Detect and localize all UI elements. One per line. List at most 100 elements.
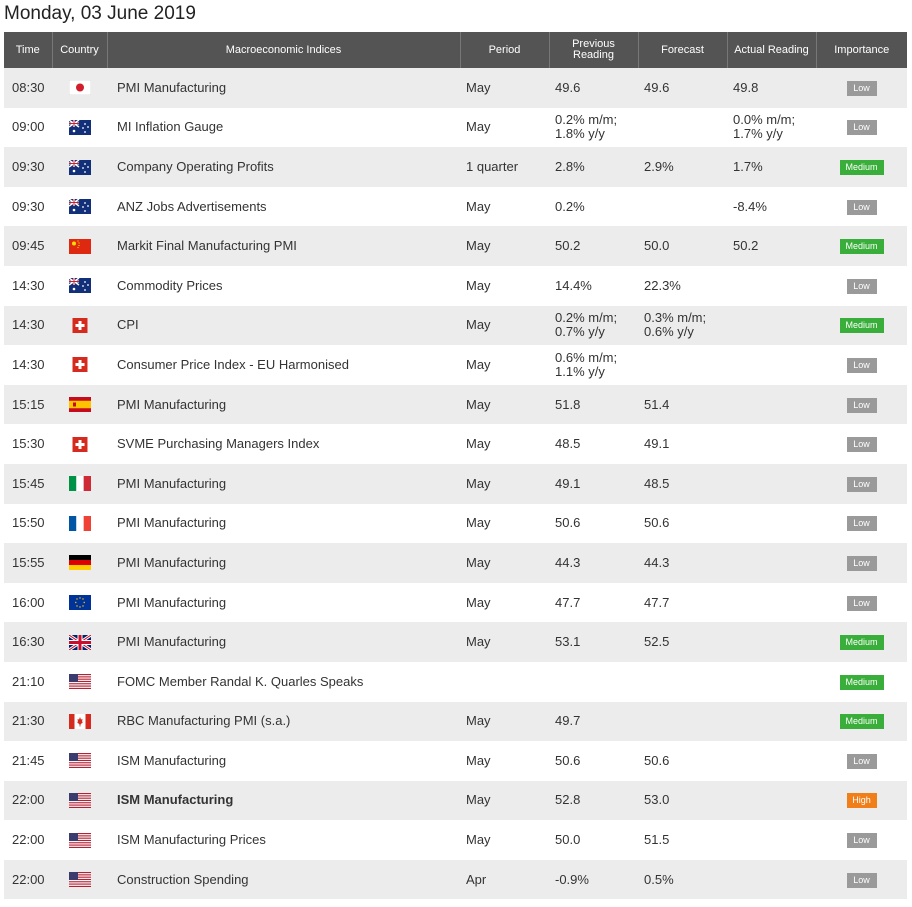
australia-flag-icon [68, 278, 91, 294]
country-cell [52, 820, 107, 860]
period-cell: May [460, 265, 549, 306]
germany-flag-icon [68, 555, 91, 571]
table-row[interactable]: 15:30 SVME Purchasing Managers Index May 48… [4, 424, 907, 464]
table-row[interactable]: 22:00 ISM Manufacturing May 52.8 53.0 High [4, 780, 907, 821]
importance-badge: Low [846, 595, 877, 611]
index-name-cell[interactable]: PMI Manufacturing [107, 384, 460, 425]
actual-cell [727, 345, 816, 385]
importance-cell: Low [816, 384, 907, 425]
table-row[interactable]: 09:00 MI Inflation Gauge May 0.2% m/m; 1.8%… [4, 107, 907, 148]
time-cell: 08:30 [4, 68, 52, 108]
index-name-cell[interactable]: SVME Purchasing Managers Index [107, 424, 460, 464]
switzerland-flag-icon [69, 317, 91, 333]
col-header-time[interactable]: Time [4, 32, 53, 68]
period-cell: May [460, 582, 549, 623]
index-name-cell[interactable]: ISM Manufacturing [107, 780, 460, 821]
index-name-cell[interactable]: FOMC Member Randal K. Quarles Speaks [107, 661, 460, 702]
forecast-cell: 48.5 [638, 463, 727, 504]
table-row[interactable]: 08:30 PMI Manufacturing May 49.6 49.6 49.8 Low [4, 68, 907, 108]
col-header-previous[interactable]: Previous Reading [549, 32, 639, 68]
period-cell: May [460, 305, 549, 346]
time-cell: 21:45 [4, 741, 52, 781]
index-name-cell[interactable]: PMI Manufacturing [107, 68, 460, 108]
col-header-country[interactable]: Country [52, 32, 108, 68]
previous-cell: 0.6% m/m; 1.1% y/y [549, 345, 638, 385]
importance-badge: Medium [839, 635, 884, 651]
table-row[interactable]: 14:30 CPI May 0.2% m/m; 0.7% y/y 0.3% m/m; 0… [4, 305, 907, 346]
col-header-actual[interactable]: Actual Reading [727, 32, 817, 68]
table-row[interactable]: 15:45 PMI Manufacturing May 49.1 48.5 Low [4, 463, 907, 504]
actual-cell [727, 384, 816, 425]
importance-cell: Medium [816, 661, 907, 702]
index-name-cell[interactable]: PMI Manufacturing [107, 503, 460, 544]
index-name-cell[interactable]: Commodity Prices [107, 265, 460, 306]
table-row[interactable]: 22:00 ISM Manufacturing Prices May 50.0 51.5… [4, 820, 907, 860]
country-cell [52, 265, 107, 306]
importance-cell: Low [816, 345, 907, 385]
time-cell: 09:30 [4, 186, 52, 227]
index-name-cell[interactable]: CPI [107, 305, 460, 346]
period-cell: May [460, 345, 549, 385]
country-cell [52, 503, 107, 544]
index-name-cell[interactable]: Company Operating Profits [107, 147, 460, 187]
index-name-cell[interactable]: PMI Manufacturing [107, 582, 460, 623]
index-name-cell[interactable]: PMI Manufacturing [107, 543, 460, 583]
index-name-cell[interactable]: RBC Manufacturing PMI (s.a.) [107, 701, 460, 742]
switzerland-flag-icon [69, 357, 91, 373]
period-cell: May [460, 107, 549, 148]
index-name-cell[interactable]: ISM Manufacturing Prices [107, 820, 460, 860]
table-row[interactable]: 16:00 PMI Manufacturing May 47.7 47.7 Low [4, 582, 907, 623]
country-cell [52, 186, 107, 227]
forecast-cell: 53.0 [638, 780, 727, 821]
period-cell: May [460, 186, 549, 227]
page-title: Monday, 03 June 2019 [4, 3, 196, 24]
actual-cell: 49.8 [727, 68, 816, 108]
importance-badge: Low [846, 833, 877, 849]
importance-badge: Low [846, 437, 877, 453]
col-header-index[interactable]: Macroeconomic Indices [107, 32, 461, 68]
table-row[interactable]: 22:00 Construction Spending Apr -0.9% 0.5% Lo… [4, 859, 907, 900]
actual-cell [727, 582, 816, 623]
forecast-cell: 2.9% [638, 147, 727, 187]
period-cell: May [460, 622, 549, 662]
index-name-cell[interactable]: Consumer Price Index - EU Harmonised [107, 345, 460, 385]
table-row[interactable]: 14:30 Consumer Price Index - EU Harmonise… [4, 345, 907, 385]
table-row[interactable]: 16:30 PMI Manufacturing May 53.1 52.5 Medium [4, 622, 907, 662]
index-name-cell[interactable]: PMI Manufacturing [107, 622, 460, 662]
previous-cell: 50.6 [549, 503, 638, 544]
col-header-importance[interactable]: Importance [816, 32, 907, 68]
table-row[interactable]: 15:15 PMI Manufacturing May 51.8 51.4 Low [4, 384, 907, 425]
table-row[interactable]: 21:10 FOMC Member Randal K. Quarles Speak… [4, 661, 907, 702]
table-row[interactable]: 09:45 Markit Final Manufacturing PMI May 50… [4, 226, 907, 266]
time-cell: 14:30 [4, 305, 52, 346]
forecast-cell: 44.3 [638, 543, 727, 583]
table-row[interactable]: 15:50 PMI Manufacturing May 50.6 50.6 Low [4, 503, 907, 544]
index-name-cell[interactable]: PMI Manufacturing [107, 463, 460, 504]
col-header-period[interactable]: Period [460, 32, 550, 68]
col-header-forecast[interactable]: Forecast [638, 32, 728, 68]
time-cell: 15:55 [4, 543, 52, 583]
importance-cell: Medium [816, 147, 907, 187]
actual-cell [727, 820, 816, 860]
index-name-cell[interactable]: Markit Final Manufacturing PMI [107, 226, 460, 266]
usa-flag-icon [68, 793, 91, 809]
table-row[interactable]: 14:30 Commodity Prices May 14.4% 22.3% Low [4, 265, 907, 306]
country-cell [52, 701, 107, 742]
actual-cell [727, 305, 816, 346]
index-name-cell[interactable]: Construction Spending [107, 859, 460, 900]
index-name-cell[interactable]: ISM Manufacturing [107, 741, 460, 781]
importance-badge: Low [846, 516, 877, 532]
table-row[interactable]: 09:30 ANZ Jobs Advertisements May 0.2% -8.4%… [4, 186, 907, 227]
table-row[interactable]: 21:30 RBC Manufacturing PMI (s.a.) May 49.7… [4, 701, 907, 742]
table-row[interactable]: 15:55 PMI Manufacturing May 44.3 44.3 Low [4, 543, 907, 583]
table-row[interactable]: 09:30 Company Operating Profits 1 quarter 2… [4, 147, 907, 187]
time-cell: 22:00 [4, 859, 52, 900]
previous-cell: 44.3 [549, 543, 638, 583]
index-name-cell[interactable]: ANZ Jobs Advertisements [107, 186, 460, 227]
country-cell [52, 741, 107, 781]
index-name-cell[interactable]: MI Inflation Gauge [107, 107, 460, 148]
table-row[interactable]: 21:45 ISM Manufacturing May 50.6 50.6 Low [4, 741, 907, 781]
previous-cell: 14.4% [549, 265, 638, 306]
importance-badge: High [846, 793, 877, 809]
eu-flag-icon [68, 595, 91, 611]
